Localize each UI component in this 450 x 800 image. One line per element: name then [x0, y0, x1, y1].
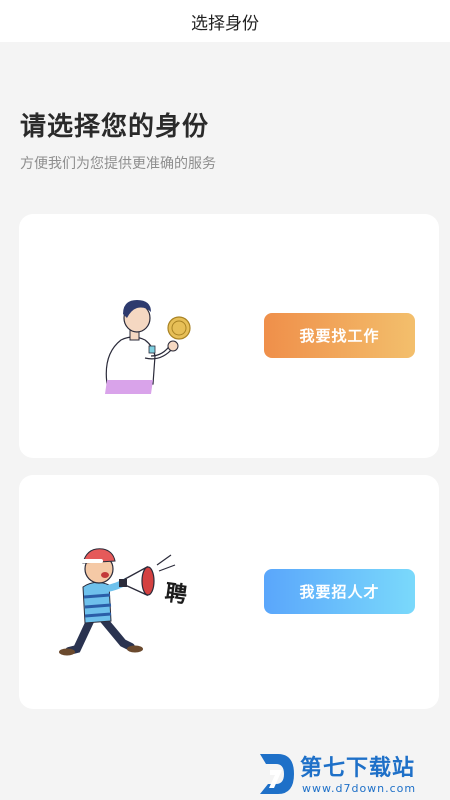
watermark-title: 第七下载站: [300, 756, 416, 781]
site-watermark: 第七下载站 www.d7down.com: [252, 748, 450, 800]
watermark-url: www.d7down.com: [302, 782, 417, 795]
job-seeker-illustration: [105, 300, 191, 394]
recruiter-megaphone-illustration: 聘: [59, 548, 188, 656]
recruit-talent-button[interactable]: 我要招人才: [264, 569, 415, 614]
find-job-button[interactable]: 我要找工作: [264, 313, 415, 358]
d7-logo-icon: [260, 754, 294, 794]
page-title: 选择身份: [191, 13, 259, 34]
identity-heading: 请选择您的身份: [20, 112, 210, 142]
job-seeker-card[interactable]: 我要找工作: [19, 214, 439, 458]
top-bar: 选择身份: [0, 0, 450, 42]
identity-subheading: 方便我们为您提供更准确的服务: [20, 156, 216, 172]
recruiter-card[interactable]: 聘 我要招人才: [19, 475, 439, 709]
recruit-character: 聘: [163, 581, 188, 609]
